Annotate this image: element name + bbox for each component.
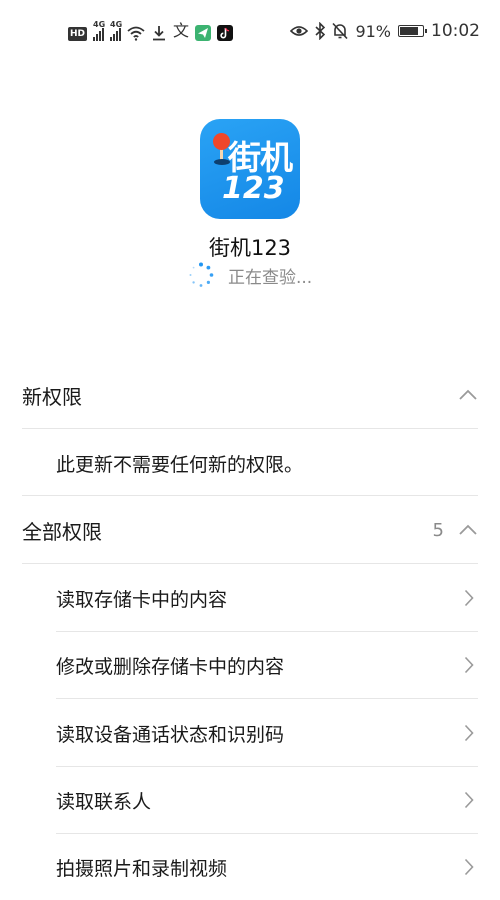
wifi-icon: [127, 26, 145, 41]
translate-icon: 文: [173, 21, 190, 40]
all-permissions-title: 全部权限: [22, 519, 102, 544]
divider: [56, 698, 478, 699]
status-bar-left: HD 4G 4G 文: [68, 20, 234, 41]
chevron-right-icon: [464, 791, 474, 809]
divider: [22, 428, 478, 429]
bluetooth-icon: [315, 22, 326, 40]
hd-icon: HD: [68, 27, 88, 41]
permission-item-modify-storage[interactable]: 修改或删除存储卡中的内容: [56, 632, 478, 698]
download-icon: [153, 26, 166, 41]
permission-label: 读取联系人: [56, 790, 152, 813]
all-permissions-header[interactable]: 全部权限 5: [22, 497, 478, 563]
permission-count: 5: [432, 519, 444, 541]
tiktok-icon: [217, 25, 234, 41]
verification-status: 正在查验...: [188, 262, 312, 288]
eye-icon: [290, 26, 309, 36]
new-permissions-header[interactable]: 新权限: [22, 362, 478, 428]
permission-label: 拍摄照片和录制视频: [56, 857, 228, 880]
app-icon: 街机 123: [200, 119, 300, 219]
signal-icon: 4G: [110, 20, 122, 41]
permission-item-phone-state[interactable]: 读取设备通话状态和识别码: [56, 700, 478, 766]
chevron-right-icon: [464, 589, 474, 607]
permission-item-camera[interactable]: 拍摄照片和录制视频: [56, 834, 478, 900]
battery-percent: 91%: [355, 21, 391, 41]
permission-label: 读取存储卡中的内容: [56, 588, 228, 611]
app-name: 街机123: [208, 236, 292, 260]
chevron-right-icon: [464, 724, 474, 742]
app-icon-text-bottom: 123: [222, 171, 285, 206]
paper-plane-icon: [195, 25, 212, 41]
status-bar: HD 4G 4G 文 91% 10:02: [0, 0, 500, 62]
clock: 10:02: [431, 21, 480, 41]
signal-icon: 4G: [93, 20, 105, 41]
battery-icon: [398, 25, 427, 37]
divider: [22, 495, 478, 496]
verification-status-text: 正在查验...: [228, 267, 313, 288]
mute-bell-icon: [332, 22, 349, 40]
chevron-right-icon: [464, 858, 474, 876]
chevron-up-icon: [459, 389, 477, 400]
permission-label: 读取设备通话状态和识别码: [56, 723, 285, 746]
new-permissions-title: 新权限: [22, 384, 82, 409]
loading-spinner-icon: [189, 262, 214, 287]
chevron-up-icon: [459, 524, 477, 535]
chevron-right-icon: [464, 656, 474, 674]
permission-item-read-storage[interactable]: 读取存储卡中的内容: [56, 565, 478, 631]
status-bar-right: 91% 10:02: [290, 19, 480, 43]
divider: [22, 563, 478, 564]
permission-label: 修改或删除存储卡中的内容: [56, 655, 285, 678]
permission-item-read-contacts[interactable]: 读取联系人: [56, 767, 478, 833]
new-permissions-note: 此更新不需要任何新的权限。: [56, 453, 304, 476]
